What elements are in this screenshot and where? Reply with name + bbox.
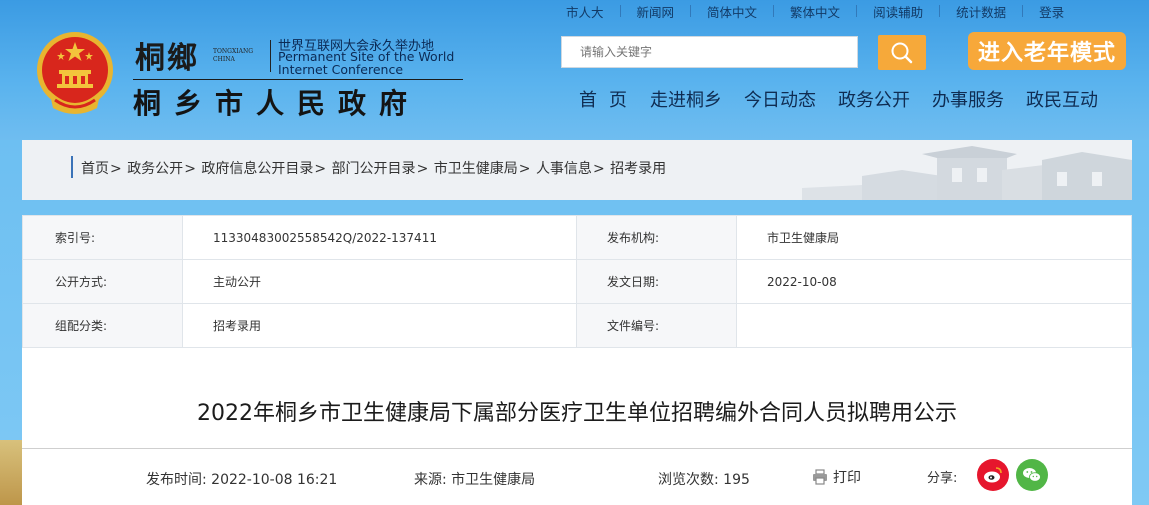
breadcrumb-dept-catalog[interactable]: 部门公开目录 bbox=[332, 161, 416, 177]
print-label: 打印 bbox=[833, 470, 861, 486]
elder-mode-button[interactable]: 进入老年模式 bbox=[968, 32, 1126, 70]
toplink-simplified[interactable]: 简体中文 bbox=[691, 2, 773, 21]
breadcrumb-info-catalog[interactable]: 政府信息公开目录 bbox=[201, 161, 313, 177]
article: 2022年桐乡市卫生健康局下属部分医疗卫生单位招聘编外合同人员拟聘用公示 发布时… bbox=[22, 353, 1132, 505]
wechat-icon bbox=[1023, 468, 1041, 482]
toplink-statistics[interactable]: 统计数据 bbox=[940, 2, 1022, 21]
toplink-news[interactable]: 新闻网 bbox=[621, 2, 691, 21]
breadcrumb-separator: > bbox=[314, 161, 327, 177]
index-label: 索引号: bbox=[22, 215, 183, 260]
index-value: 11330483002558542Q/2022-137411 bbox=[182, 215, 577, 260]
date-value: 2022-10-08 bbox=[736, 259, 1132, 304]
breadcrumb-home[interactable]: 首页 bbox=[81, 161, 109, 177]
search-input[interactable] bbox=[562, 37, 857, 67]
publish-time: 发布时间: 2022-10-08 16:21 bbox=[146, 472, 338, 488]
search-button[interactable] bbox=[878, 35, 926, 70]
table-row: 组配分类: 招考录用 文件编号: bbox=[22, 303, 1132, 348]
nav-today-news[interactable]: 今日动态 bbox=[733, 86, 827, 112]
logo-underline bbox=[133, 79, 463, 80]
info-table: 索引号: 11330483002558542Q/2022-137411 发布机构… bbox=[22, 215, 1132, 353]
breadcrumb-health-bureau[interactable]: 市卫生健康局 bbox=[434, 161, 518, 177]
nav-home[interactable]: 首页 bbox=[568, 86, 639, 112]
nav-interaction[interactable]: 政民互动 bbox=[1015, 86, 1109, 112]
national-emblem-icon bbox=[35, 30, 115, 118]
breadcrumb-separator: > bbox=[184, 161, 196, 177]
view-count: 浏览次数: 195 bbox=[658, 472, 750, 488]
mode-value: 主动公开 bbox=[182, 259, 577, 304]
breadcrumb-gov-affairs[interactable]: 政务公开 bbox=[127, 161, 183, 177]
breadcrumb-personnel[interactable]: 人事信息 bbox=[536, 161, 592, 177]
title-divider bbox=[22, 448, 1132, 449]
article-title: 2022年桐乡市卫生健康局下属部分医疗卫生单位招聘编外合同人员拟聘用公示 bbox=[197, 401, 957, 426]
date-label: 发文日期: bbox=[576, 259, 737, 304]
publisher-value: 市卫生健康局 bbox=[736, 215, 1132, 260]
tongxiang-text: TONGXIANG bbox=[213, 48, 253, 55]
toplink-accessibility[interactable]: 阅读辅助 bbox=[857, 2, 939, 21]
nav-gov-affairs[interactable]: 政务公开 bbox=[827, 86, 921, 112]
wechat-share-button[interactable] bbox=[1016, 459, 1048, 491]
table-row: 索引号: 11330483002558542Q/2022-137411 发布机构… bbox=[22, 215, 1132, 260]
breadcrumb: 首页> 政务公开> 政府信息公开目录> 部门公开目录> 市卫生健康局> 人事信息… bbox=[81, 158, 666, 178]
breadcrumb-separator: > bbox=[416, 161, 429, 177]
weibo-icon bbox=[984, 467, 1002, 483]
breadcrumb-separator: > bbox=[110, 161, 122, 177]
toplink-npc[interactable]: 市人大 bbox=[550, 2, 620, 21]
logo-divider bbox=[270, 40, 271, 72]
docno-label: 文件编号: bbox=[576, 303, 737, 348]
printer-icon bbox=[813, 469, 827, 485]
wic-english-line2: Internet Conference bbox=[278, 62, 404, 77]
article-source: 来源: 市卫生健康局 bbox=[414, 472, 536, 488]
mode-label: 公开方式: bbox=[22, 259, 183, 304]
main-nav: 首页 走进桐乡 今日动态 政务公开 办事服务 政民互动 bbox=[568, 86, 1109, 112]
left-decoration bbox=[0, 440, 22, 505]
table-row: 公开方式: 主动公开 发文日期: 2022-10-08 bbox=[22, 259, 1132, 304]
search-icon bbox=[891, 42, 913, 63]
nav-about-tongxiang[interactable]: 走进桐乡 bbox=[639, 86, 733, 112]
china-text: CHINA bbox=[213, 56, 235, 63]
weibo-share-button[interactable] bbox=[977, 459, 1009, 491]
tongxiang-china-mark: TONGXIANG CHINA bbox=[213, 48, 253, 64]
top-links: 市人大 新闻网 简体中文 繁体中文 阅读辅助 统计数据 登录 bbox=[550, 2, 1149, 20]
building-illustration bbox=[802, 146, 1132, 200]
breadcrumb-panel: 首页> 政务公开> 政府信息公开目录> 部门公开目录> 市卫生健康局> 人事信息… bbox=[22, 140, 1132, 200]
toplink-traditional[interactable]: 繁体中文 bbox=[774, 2, 856, 21]
breadcrumb-marker bbox=[71, 156, 73, 178]
breadcrumb-recruitment[interactable]: 招考录用 bbox=[610, 161, 666, 177]
nav-services[interactable]: 办事服务 bbox=[921, 86, 1015, 112]
docno-value bbox=[736, 303, 1132, 348]
breadcrumb-separator: > bbox=[518, 161, 531, 177]
breadcrumb-separator: > bbox=[592, 161, 605, 177]
category-label: 组配分类: bbox=[22, 303, 183, 348]
toplink-login[interactable]: 登录 bbox=[1023, 2, 1080, 21]
category-value: 招考录用 bbox=[182, 303, 577, 348]
share-label: 分享: bbox=[927, 471, 958, 486]
government-name: 桐乡市人民政府 bbox=[133, 87, 421, 120]
publisher-label: 发布机构: bbox=[576, 215, 737, 260]
search-box bbox=[561, 36, 858, 68]
print-button[interactable]: 打印 bbox=[812, 467, 861, 487]
tongxiang-calligraphy-logo: 桐鄉 bbox=[135, 41, 199, 76]
